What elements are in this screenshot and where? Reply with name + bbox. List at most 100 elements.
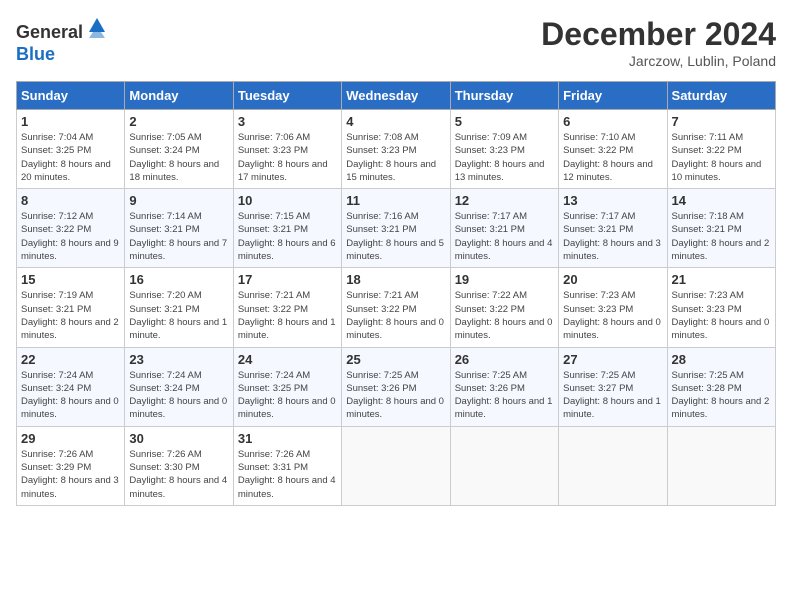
- month-year: December 2024: [541, 16, 776, 53]
- day-number: 24: [238, 352, 337, 367]
- title-block: December 2024 Jarczow, Lublin, Poland: [541, 16, 776, 69]
- day-info: Sunrise: 7:25 AM Sunset: 3:26 PM Dayligh…: [455, 369, 554, 422]
- day-number: 31: [238, 431, 337, 446]
- calendar-cell-w4-d6: 27 Sunrise: 7:25 AM Sunset: 3:27 PM Dayl…: [559, 347, 667, 426]
- location: Jarczow, Lublin, Poland: [541, 53, 776, 69]
- header-friday: Friday: [559, 82, 667, 110]
- day-number: 21: [672, 272, 771, 287]
- logo: General Blue: [16, 16, 109, 65]
- calendar-header-row: Sunday Monday Tuesday Wednesday Thursday…: [17, 82, 776, 110]
- day-number: 17: [238, 272, 337, 287]
- day-info: Sunrise: 7:25 AM Sunset: 3:26 PM Dayligh…: [346, 369, 445, 422]
- day-info: Sunrise: 7:14 AM Sunset: 3:21 PM Dayligh…: [129, 210, 228, 263]
- calendar-cell-w2-d4: 11 Sunrise: 7:16 AM Sunset: 3:21 PM Dayl…: [342, 189, 450, 268]
- day-info: Sunrise: 7:25 AM Sunset: 3:27 PM Dayligh…: [563, 369, 662, 422]
- day-info: Sunrise: 7:19 AM Sunset: 3:21 PM Dayligh…: [21, 289, 120, 342]
- calendar-body: 1 Sunrise: 7:04 AM Sunset: 3:25 PM Dayli…: [17, 110, 776, 506]
- day-info: Sunrise: 7:25 AM Sunset: 3:28 PM Dayligh…: [672, 369, 771, 422]
- header-wednesday: Wednesday: [342, 82, 450, 110]
- calendar-cell-w2-d2: 9 Sunrise: 7:14 AM Sunset: 3:21 PM Dayli…: [125, 189, 233, 268]
- calendar-cell-w4-d4: 25 Sunrise: 7:25 AM Sunset: 3:26 PM Dayl…: [342, 347, 450, 426]
- day-info: Sunrise: 7:16 AM Sunset: 3:21 PM Dayligh…: [346, 210, 445, 263]
- day-info: Sunrise: 7:04 AM Sunset: 3:25 PM Dayligh…: [21, 131, 120, 184]
- day-number: 20: [563, 272, 662, 287]
- calendar-cell-w5-d3: 31 Sunrise: 7:26 AM Sunset: 3:31 PM Dayl…: [233, 426, 341, 505]
- page-header: General Blue December 2024 Jarczow, Lubl…: [16, 16, 776, 69]
- day-number: 22: [21, 352, 120, 367]
- calendar-cell-w4-d3: 24 Sunrise: 7:24 AM Sunset: 3:25 PM Dayl…: [233, 347, 341, 426]
- calendar-cell-w5-d4: [342, 426, 450, 505]
- day-number: 5: [455, 114, 554, 129]
- calendar-week-3: 15 Sunrise: 7:19 AM Sunset: 3:21 PM Dayl…: [17, 268, 776, 347]
- day-number: 25: [346, 352, 445, 367]
- day-info: Sunrise: 7:22 AM Sunset: 3:22 PM Dayligh…: [455, 289, 554, 342]
- header-saturday: Saturday: [667, 82, 775, 110]
- day-number: 18: [346, 272, 445, 287]
- day-number: 8: [21, 193, 120, 208]
- calendar-cell-w1-d4: 4 Sunrise: 7:08 AM Sunset: 3:23 PM Dayli…: [342, 110, 450, 189]
- calendar-cell-w1-d3: 3 Sunrise: 7:06 AM Sunset: 3:23 PM Dayli…: [233, 110, 341, 189]
- day-number: 16: [129, 272, 228, 287]
- calendar-week-4: 22 Sunrise: 7:24 AM Sunset: 3:24 PM Dayl…: [17, 347, 776, 426]
- calendar-cell-w4-d2: 23 Sunrise: 7:24 AM Sunset: 3:24 PM Dayl…: [125, 347, 233, 426]
- day-info: Sunrise: 7:11 AM Sunset: 3:22 PM Dayligh…: [672, 131, 771, 184]
- day-info: Sunrise: 7:21 AM Sunset: 3:22 PM Dayligh…: [238, 289, 337, 342]
- calendar-cell-w2-d1: 8 Sunrise: 7:12 AM Sunset: 3:22 PM Dayli…: [17, 189, 125, 268]
- day-info: Sunrise: 7:18 AM Sunset: 3:21 PM Dayligh…: [672, 210, 771, 263]
- logo-blue: Blue: [16, 44, 55, 64]
- day-info: Sunrise: 7:09 AM Sunset: 3:23 PM Dayligh…: [455, 131, 554, 184]
- day-number: 6: [563, 114, 662, 129]
- calendar-cell-w5-d2: 30 Sunrise: 7:26 AM Sunset: 3:30 PM Dayl…: [125, 426, 233, 505]
- day-info: Sunrise: 7:23 AM Sunset: 3:23 PM Dayligh…: [672, 289, 771, 342]
- day-number: 28: [672, 352, 771, 367]
- calendar-week-2: 8 Sunrise: 7:12 AM Sunset: 3:22 PM Dayli…: [17, 189, 776, 268]
- calendar-cell-w3-d6: 20 Sunrise: 7:23 AM Sunset: 3:23 PM Dayl…: [559, 268, 667, 347]
- header-monday: Monday: [125, 82, 233, 110]
- calendar-cell-w5-d5: [450, 426, 558, 505]
- calendar-cell-w5-d6: [559, 426, 667, 505]
- day-number: 1: [21, 114, 120, 129]
- day-number: 14: [672, 193, 771, 208]
- day-info: Sunrise: 7:05 AM Sunset: 3:24 PM Dayligh…: [129, 131, 228, 184]
- day-info: Sunrise: 7:20 AM Sunset: 3:21 PM Dayligh…: [129, 289, 228, 342]
- calendar-cell-w2-d6: 13 Sunrise: 7:17 AM Sunset: 3:21 PM Dayl…: [559, 189, 667, 268]
- day-info: Sunrise: 7:24 AM Sunset: 3:24 PM Dayligh…: [21, 369, 120, 422]
- calendar-cell-w1-d7: 7 Sunrise: 7:11 AM Sunset: 3:22 PM Dayli…: [667, 110, 775, 189]
- calendar-cell-w3-d7: 21 Sunrise: 7:23 AM Sunset: 3:23 PM Dayl…: [667, 268, 775, 347]
- calendar-cell-w1-d1: 1 Sunrise: 7:04 AM Sunset: 3:25 PM Dayli…: [17, 110, 125, 189]
- day-number: 10: [238, 193, 337, 208]
- calendar-cell-w4-d7: 28 Sunrise: 7:25 AM Sunset: 3:28 PM Dayl…: [667, 347, 775, 426]
- calendar-cell-w1-d2: 2 Sunrise: 7:05 AM Sunset: 3:24 PM Dayli…: [125, 110, 233, 189]
- logo-general: General: [16, 22, 83, 42]
- calendar-cell-w3-d3: 17 Sunrise: 7:21 AM Sunset: 3:22 PM Dayl…: [233, 268, 341, 347]
- day-number: 7: [672, 114, 771, 129]
- day-number: 12: [455, 193, 554, 208]
- logo-icon: [85, 14, 109, 38]
- day-info: Sunrise: 7:23 AM Sunset: 3:23 PM Dayligh…: [563, 289, 662, 342]
- day-info: Sunrise: 7:15 AM Sunset: 3:21 PM Dayligh…: [238, 210, 337, 263]
- day-info: Sunrise: 7:21 AM Sunset: 3:22 PM Dayligh…: [346, 289, 445, 342]
- day-number: 30: [129, 431, 228, 446]
- day-number: 13: [563, 193, 662, 208]
- day-info: Sunrise: 7:08 AM Sunset: 3:23 PM Dayligh…: [346, 131, 445, 184]
- calendar-week-1: 1 Sunrise: 7:04 AM Sunset: 3:25 PM Dayli…: [17, 110, 776, 189]
- day-info: Sunrise: 7:26 AM Sunset: 3:31 PM Dayligh…: [238, 448, 337, 501]
- day-number: 15: [21, 272, 120, 287]
- day-info: Sunrise: 7:24 AM Sunset: 3:24 PM Dayligh…: [129, 369, 228, 422]
- calendar-cell-w1-d6: 6 Sunrise: 7:10 AM Sunset: 3:22 PM Dayli…: [559, 110, 667, 189]
- calendar-cell-w5-d1: 29 Sunrise: 7:26 AM Sunset: 3:29 PM Dayl…: [17, 426, 125, 505]
- day-info: Sunrise: 7:17 AM Sunset: 3:21 PM Dayligh…: [563, 210, 662, 263]
- calendar-cell-w3-d1: 15 Sunrise: 7:19 AM Sunset: 3:21 PM Dayl…: [17, 268, 125, 347]
- day-number: 19: [455, 272, 554, 287]
- header-sunday: Sunday: [17, 82, 125, 110]
- calendar-cell-w4-d1: 22 Sunrise: 7:24 AM Sunset: 3:24 PM Dayl…: [17, 347, 125, 426]
- day-number: 27: [563, 352, 662, 367]
- calendar-cell-w3-d4: 18 Sunrise: 7:21 AM Sunset: 3:22 PM Dayl…: [342, 268, 450, 347]
- day-info: Sunrise: 7:12 AM Sunset: 3:22 PM Dayligh…: [21, 210, 120, 263]
- calendar-cell-w3-d2: 16 Sunrise: 7:20 AM Sunset: 3:21 PM Dayl…: [125, 268, 233, 347]
- calendar-cell-w4-d5: 26 Sunrise: 7:25 AM Sunset: 3:26 PM Dayl…: [450, 347, 558, 426]
- calendar-cell-w2-d3: 10 Sunrise: 7:15 AM Sunset: 3:21 PM Dayl…: [233, 189, 341, 268]
- day-number: 9: [129, 193, 228, 208]
- day-info: Sunrise: 7:10 AM Sunset: 3:22 PM Dayligh…: [563, 131, 662, 184]
- day-number: 2: [129, 114, 228, 129]
